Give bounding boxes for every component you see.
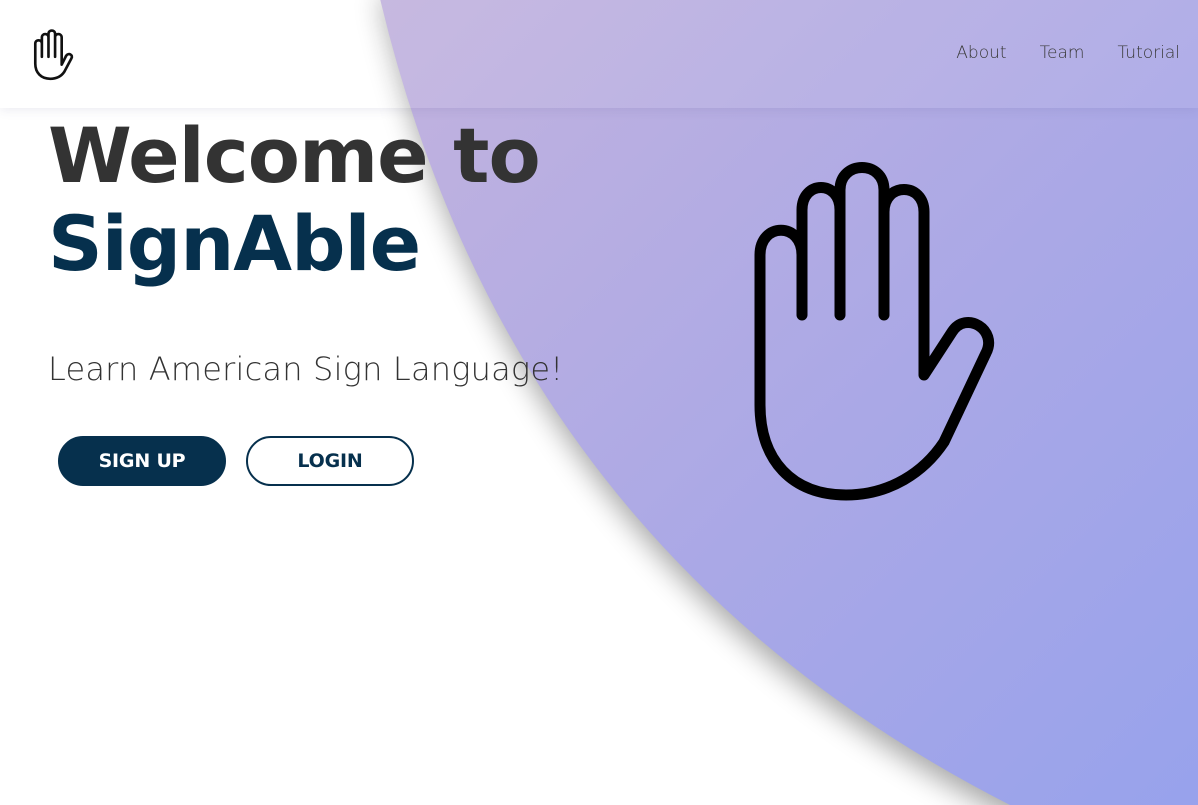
hero-hand-icon: [740, 160, 1020, 510]
hero-subtitle: Learn American Sign Language!: [48, 350, 564, 388]
sign-up-button[interactable]: SIGN UP: [58, 436, 226, 486]
hero-title-brand: SignAble: [48, 199, 421, 288]
top-navbar: About Team Tutorial: [0, 0, 1198, 108]
hero-title-welcome: Welcome to: [48, 111, 541, 200]
hero-section: Welcome to SignAble Learn American Sign …: [48, 111, 563, 389]
landing-page: About Team Tutorial Welcome to SignAble …: [0, 0, 1198, 805]
nav-link-tutorial[interactable]: Tutorial: [1118, 41, 1181, 65]
nav-link-team[interactable]: Team: [1040, 41, 1085, 65]
login-button[interactable]: LOGIN: [246, 436, 414, 486]
logo-hand-icon[interactable]: [30, 28, 74, 82]
nav-link-about[interactable]: About: [956, 41, 1006, 65]
nav-links: About Team Tutorial: [923, 41, 1180, 65]
